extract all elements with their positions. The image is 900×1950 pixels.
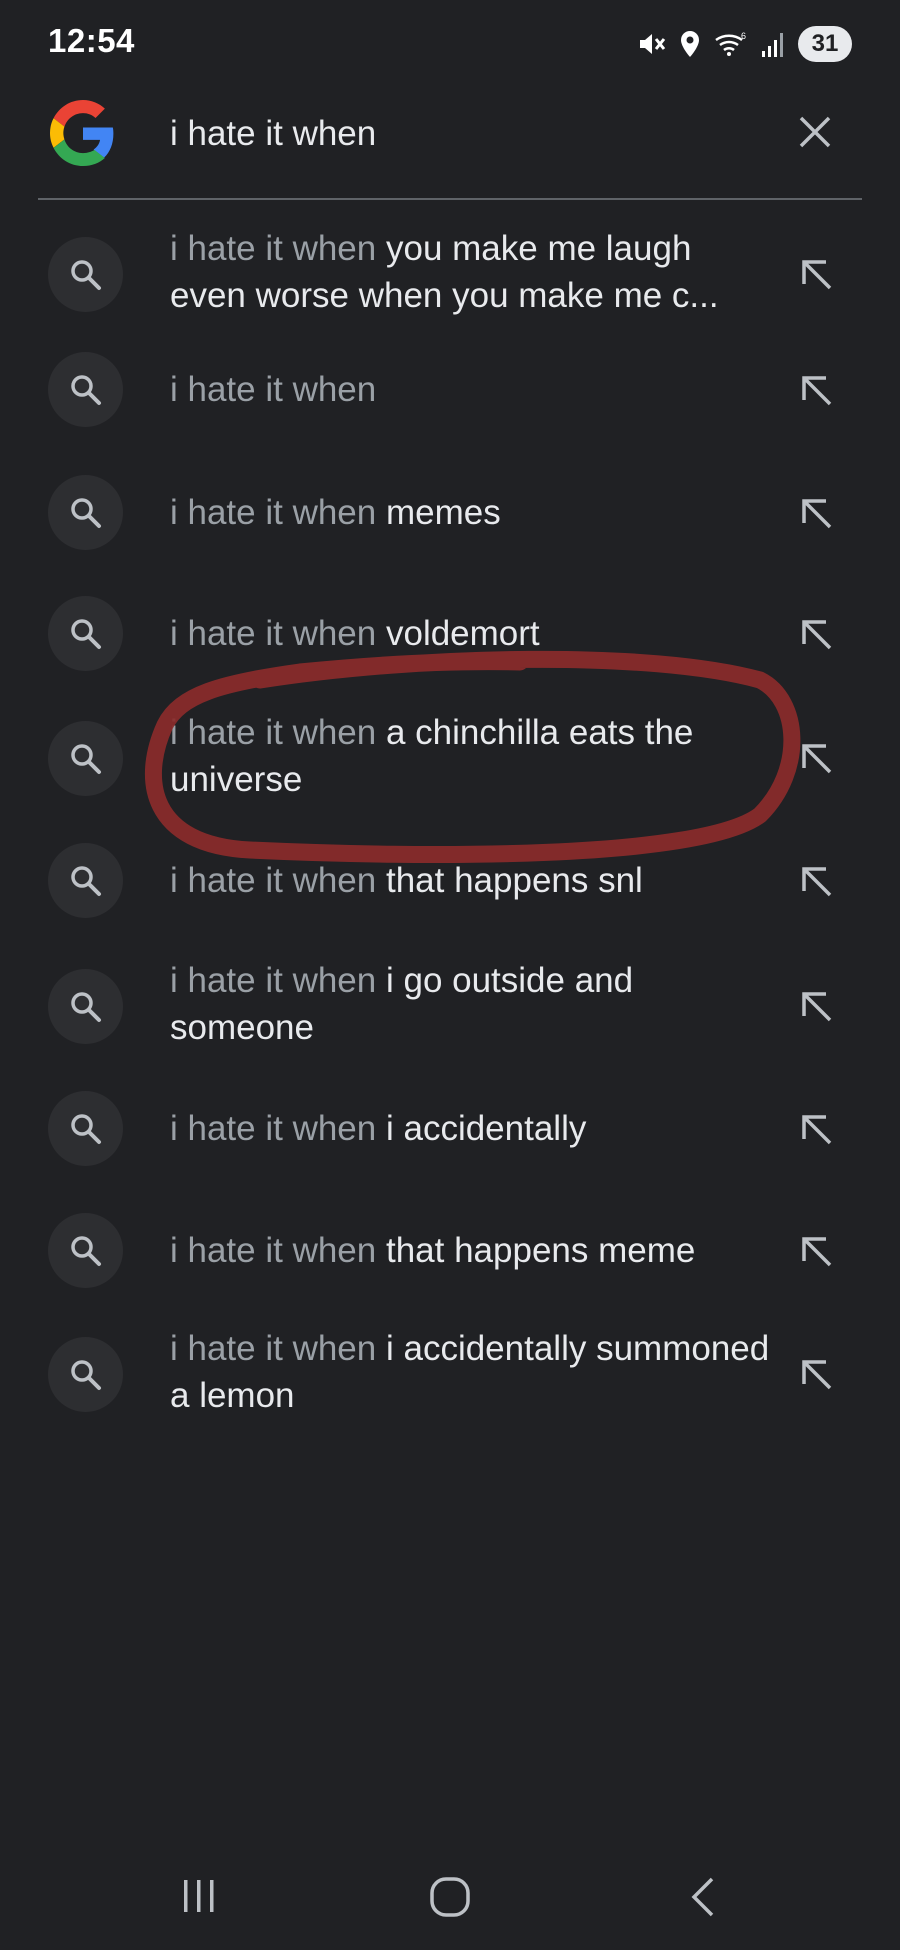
search-icon: [48, 596, 123, 671]
fill-query-arrow-icon[interactable]: [796, 493, 836, 533]
fill-query-arrow-icon[interactable]: [796, 1109, 836, 1149]
suggestion-prefix: i hate it when: [170, 1329, 377, 1368]
suggestion-text: i hate it when i accidentally: [170, 1105, 770, 1152]
fill-query-arrow-icon[interactable]: [796, 254, 836, 294]
search-icon: [48, 1091, 123, 1166]
suggestion-row[interactable]: i hate it when you make me laugh even wo…: [0, 213, 900, 335]
suggestion-text: i hate it when that happens meme: [170, 1227, 770, 1274]
signal-icon: [760, 29, 786, 59]
suggestion-text: i hate it when you make me laugh even wo…: [170, 225, 770, 319]
wifi-icon: 6: [714, 29, 748, 59]
fill-query-arrow-icon[interactable]: [796, 370, 836, 410]
suggestion-prefix: i hate it when: [170, 1109, 377, 1148]
fill-query-arrow-icon[interactable]: [796, 861, 836, 901]
search-input[interactable]: i hate it when: [170, 112, 376, 156]
search-icon: [48, 843, 123, 918]
suggestion-prefix: i hate it when: [170, 493, 377, 532]
search-icon: [48, 1213, 123, 1288]
search-icon: [48, 721, 123, 796]
search-icon: [48, 475, 123, 550]
status-bar: 12:54 6 31: [0, 0, 900, 90]
status-icons: 6 31: [636, 24, 852, 64]
suggestion-text: i hate it when i go outside and someone: [170, 957, 770, 1051]
search-icon: [48, 1337, 123, 1412]
fill-query-arrow-icon[interactable]: [796, 738, 836, 778]
suggestion-prefix: i hate it when: [170, 713, 377, 752]
recent-apps-icon[interactable]: [178, 1876, 220, 1916]
suggestion-completion: memes: [376, 493, 501, 532]
fill-query-arrow-icon[interactable]: [796, 1354, 836, 1394]
suggestion-prefix: i hate it when: [170, 1231, 377, 1270]
search-icon: [48, 352, 123, 427]
suggestion-row[interactable]: i hate it when: [0, 352, 900, 427]
suggestion-text: i hate it when voldemort: [170, 610, 770, 657]
close-icon[interactable]: [795, 112, 835, 152]
home-icon[interactable]: [428, 1876, 472, 1918]
suggestion-text: i hate it when that happens snl: [170, 857, 770, 904]
suggestion-completion: that happens meme: [376, 1231, 696, 1270]
search-bar[interactable]: [0, 90, 900, 198]
suggestion-text: i hate it when memes: [170, 489, 770, 536]
suggestion-completion: voldemort: [376, 614, 540, 653]
suggestion-row[interactable]: i hate it when i accidentally: [0, 1091, 900, 1166]
fill-query-arrow-icon[interactable]: [796, 614, 836, 654]
search-divider: [38, 198, 862, 200]
suggestion-prefix: i hate it when: [170, 370, 377, 409]
suggestion-prefix: i hate it when: [170, 229, 377, 268]
suggestion-prefix: i hate it when: [170, 614, 377, 653]
fill-query-arrow-icon[interactable]: [796, 1231, 836, 1271]
mute-icon: [636, 29, 666, 59]
suggestion-row[interactable]: i hate it when voldemort: [0, 596, 900, 671]
fill-query-arrow-icon[interactable]: [796, 986, 836, 1026]
battery-indicator: 31: [798, 26, 852, 62]
suggestion-completion: i accidentally: [376, 1109, 587, 1148]
suggestion-row[interactable]: i hate it when memes: [0, 475, 900, 550]
suggestion-prefix: i hate it when: [170, 861, 377, 900]
suggestion-row[interactable]: i hate it when i go outside and someone: [0, 945, 900, 1067]
back-icon[interactable]: [688, 1876, 718, 1918]
suggestion-text: i hate it when i accidentally summoned a…: [170, 1325, 770, 1419]
search-icon: [48, 237, 123, 312]
suggestion-row[interactable]: i hate it when that happens meme: [0, 1213, 900, 1288]
status-time: 12:54: [48, 22, 135, 59]
suggestion-completion: that happens snl: [376, 861, 643, 900]
suggestion-prefix: i hate it when: [170, 961, 377, 1000]
suggestion-row[interactable]: i hate it when i accidentally summoned a…: [0, 1313, 900, 1435]
svg-text:6: 6: [741, 31, 746, 41]
suggestion-row[interactable]: i hate it when a chinchilla eats the uni…: [0, 697, 900, 819]
suggestion-text: i hate it when a chinchilla eats the uni…: [170, 709, 770, 803]
search-icon: [48, 969, 123, 1044]
google-g-logo: [50, 100, 114, 166]
suggestion-row[interactable]: i hate it when that happens snl: [0, 843, 900, 918]
location-icon: [678, 29, 702, 59]
navigation-bar: [0, 1850, 900, 1950]
suggestion-text: i hate it when: [170, 366, 770, 413]
